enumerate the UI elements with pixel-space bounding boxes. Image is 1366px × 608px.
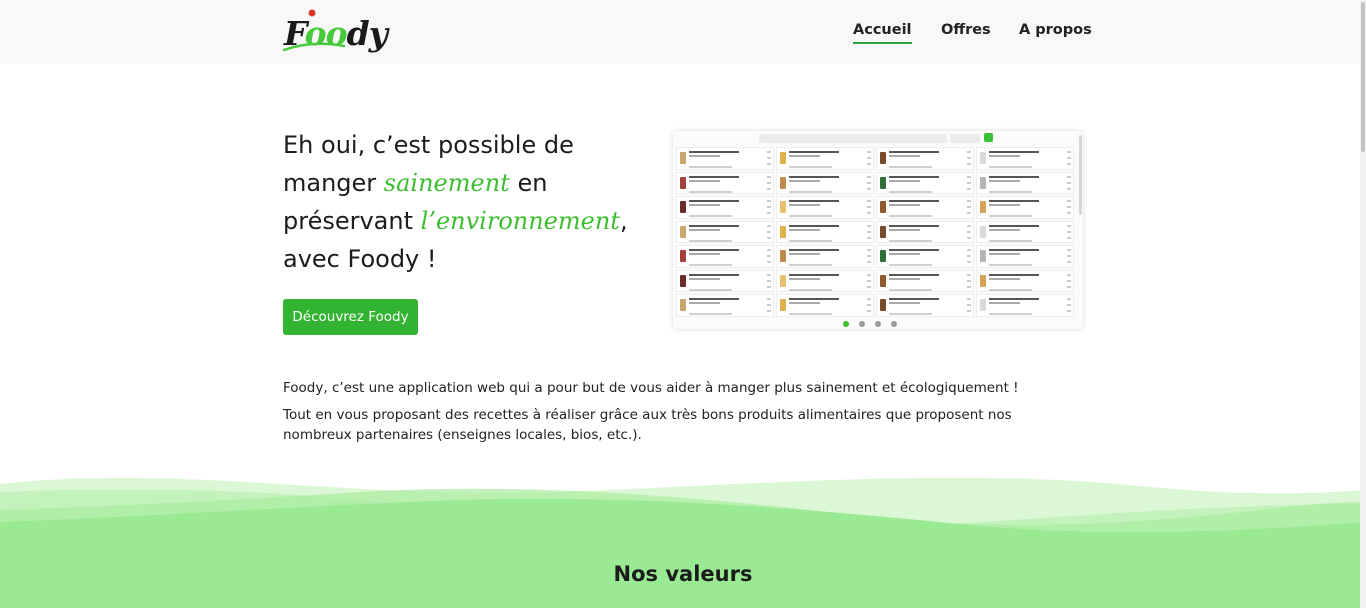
preview-product-card bbox=[776, 294, 874, 317]
preview-product-card bbox=[676, 196, 774, 219]
intro-paragraph-1: Foody, c’est une application web qui a p… bbox=[283, 380, 1019, 396]
preview-product-card bbox=[976, 245, 1074, 268]
preview-sort-select bbox=[950, 134, 980, 143]
preview-product-card bbox=[876, 147, 974, 170]
preview-product-card bbox=[676, 294, 774, 317]
preview-product-grid bbox=[676, 147, 1074, 317]
highlight-sainement: sainement bbox=[383, 169, 510, 197]
preview-product-card bbox=[776, 220, 874, 244]
foody-logo[interactable]: Foody bbox=[282, 8, 388, 58]
app-preview-image bbox=[673, 131, 1083, 329]
discover-foody-button[interactable]: Découvrez Foody bbox=[283, 299, 418, 335]
preview-product-card bbox=[676, 171, 774, 195]
page-scrollbar[interactable] bbox=[1360, 0, 1366, 608]
preview-search-bar bbox=[759, 134, 947, 143]
preview-add-icon bbox=[984, 133, 993, 142]
preview-product-card bbox=[676, 220, 774, 244]
preview-product-card bbox=[876, 294, 974, 317]
preview-product-card bbox=[776, 147, 874, 170]
preview-product-card bbox=[976, 196, 1074, 219]
hero-title: Eh oui, c’est possible de manger saineme… bbox=[283, 131, 628, 273]
preview-product-card bbox=[776, 196, 874, 219]
preview-product-card bbox=[876, 269, 974, 293]
highlight-environnement: l’environnement bbox=[420, 207, 620, 235]
preview-bottom-tabs bbox=[843, 321, 897, 327]
preview-product-card bbox=[976, 220, 1074, 244]
preview-product-card bbox=[976, 171, 1074, 195]
preview-product-card bbox=[776, 171, 874, 195]
preview-product-card bbox=[976, 269, 1074, 293]
preview-product-card bbox=[876, 196, 974, 219]
preview-product-card bbox=[676, 269, 774, 293]
preview-product-card bbox=[676, 147, 774, 170]
preview-product-card bbox=[976, 294, 1074, 317]
preview-product-card bbox=[676, 245, 774, 268]
wave-background bbox=[0, 477, 1366, 608]
preview-product-card bbox=[976, 147, 1074, 170]
preview-product-card bbox=[876, 171, 974, 195]
preview-product-card bbox=[776, 245, 874, 268]
preview-product-card bbox=[876, 220, 974, 244]
nav-link-offres[interactable]: Offres bbox=[941, 22, 991, 38]
logo-text: Foody bbox=[284, 14, 388, 53]
preview-product-card bbox=[776, 269, 874, 293]
preview-product-card bbox=[876, 245, 974, 268]
nav-link-a-propos[interactable]: A propos bbox=[1019, 22, 1092, 38]
nav-link-accueil[interactable]: Accueil bbox=[853, 22, 912, 44]
section-title-nos-valeurs: Nos valeurs bbox=[613, 562, 753, 586]
scrollbar-thumb[interactable] bbox=[1361, 2, 1365, 152]
navbar: Foody Accueil Offres A propos bbox=[0, 0, 1366, 64]
preview-scrollbar bbox=[1079, 135, 1082, 215]
intro-paragraph-2: Tout en vous proposant des recettes à ré… bbox=[283, 407, 1012, 443]
